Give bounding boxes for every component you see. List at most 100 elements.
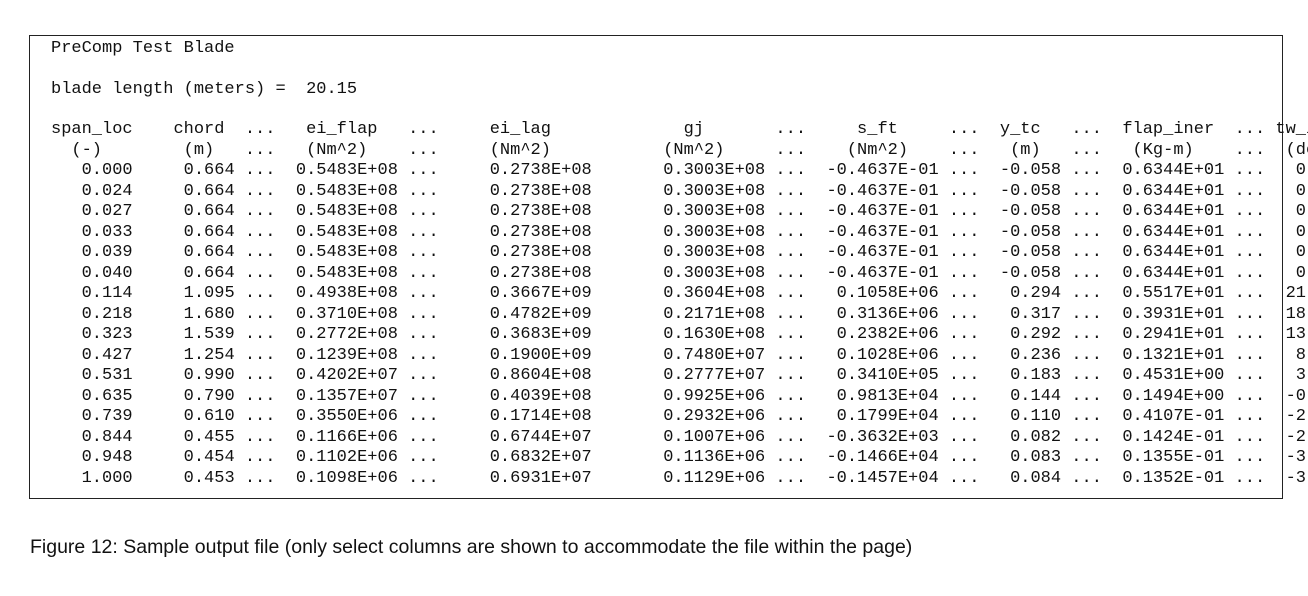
ellipsis-separator: ... (408, 407, 439, 426)
table-cell: -0.058 (999, 181, 1062, 201)
column-unit: (deg) (1285, 140, 1308, 160)
table-cell: 0.3003E+08 (663, 161, 766, 180)
table-cell: 0.4531E+00 (1122, 366, 1225, 385)
ellipsis-separator: ... (244, 161, 276, 180)
ellipsis-separator: ... (1234, 427, 1266, 447)
ellipsis-separator: ... (408, 161, 439, 180)
table-cell: 0.000 (1295, 243, 1308, 262)
ellipsis-separator: ... (244, 407, 276, 426)
table-cell: 0.4938E+08 (295, 284, 398, 303)
table-cell: -0.058 (999, 202, 1062, 221)
table-cell: -0.4637E-01 (826, 243, 939, 262)
ellipsis-separator: ... (948, 448, 980, 467)
table-cell: 0.1355E-01 (1122, 448, 1225, 467)
table-cell: 0.3003E+08 (663, 222, 766, 242)
table-cell: 0.6344E+01 (1122, 202, 1225, 221)
table-cell: 0.183 (1010, 366, 1062, 385)
ellipsis-separator: ... (1234, 304, 1266, 324)
table-cell: -3.064 (1285, 448, 1308, 467)
ellipsis-separator: ... (1234, 202, 1266, 221)
table-cell: 0.6344E+01 (1122, 161, 1225, 180)
table-cell: 0.024 (81, 181, 133, 201)
ellipsis-separator: ... (775, 304, 807, 324)
ellipsis-separator: ... (244, 448, 276, 467)
table-cell: 0.1028E+06 (836, 345, 939, 365)
column-header: tw_iner (1275, 120, 1308, 139)
table-cell: 0.8604E+08 (489, 366, 592, 385)
table-cell: 0.453 (183, 468, 235, 488)
table-cell: 0.3931E+01 (1122, 304, 1225, 324)
table-cell: 0.7480E+07 (663, 345, 766, 365)
table-cell: 0.5483E+08 (295, 202, 398, 221)
table-cell: 0.082 (1010, 427, 1062, 447)
table-cell: 0.2738E+08 (489, 263, 592, 283)
table-cell: 0.000 (81, 161, 133, 180)
table-cell: 3.603 (1295, 366, 1308, 385)
ellipsis-separator: ... (408, 386, 439, 406)
ellipsis-separator: ... (948, 120, 980, 139)
ellipsis-separator: ... (1234, 407, 1266, 426)
table-cell: 0.6344E+01 (1122, 222, 1225, 242)
table-cell: -0.1457E+04 (826, 468, 939, 488)
table-cell: 0.6344E+01 (1122, 263, 1225, 283)
table-cell: 0.5483E+08 (295, 161, 398, 180)
ellipsis-separator: ... (244, 120, 276, 139)
table-cell: 0.1630E+08 (663, 325, 766, 344)
ellipsis-separator: ... (948, 386, 980, 406)
table-cell: -0.058 (999, 222, 1062, 242)
table-cell: -0.4637E-01 (826, 263, 939, 283)
ellipsis-separator: ... (948, 407, 980, 426)
table-cell: 0.1166E+06 (295, 427, 398, 447)
table-cell: 0.790 (183, 386, 235, 406)
ellipsis-separator: ... (244, 222, 276, 242)
ellipsis-separator: ... (244, 325, 276, 344)
column-header: s_ft (857, 120, 898, 139)
ellipsis-separator: ... (948, 304, 980, 324)
ellipsis-separator: ... (775, 263, 807, 283)
ellipsis-separator: ... (1071, 181, 1102, 201)
table-cell: 0.1714E+08 (489, 407, 592, 426)
ellipsis-separator: ... (1071, 140, 1102, 160)
table-cell: 0.454 (183, 448, 235, 467)
ellipsis-separator: ... (775, 468, 807, 488)
ellipsis-separator: ... (1234, 161, 1266, 180)
table-cell: 0.1799E+04 (836, 407, 939, 426)
table-cell: 0.5483E+08 (295, 222, 398, 242)
blade-length-line: blade length (meters) = 20.15 (51, 80, 358, 99)
ellipsis-separator: ... (1071, 263, 1102, 283)
column-unit: (m) (183, 140, 215, 160)
table-cell: 0.033 (81, 222, 133, 242)
ellipsis-separator: ... (1071, 120, 1102, 139)
table-cell: 13.650 (1285, 325, 1308, 344)
column-header: chord (173, 120, 225, 139)
ellipsis-separator: ... (244, 263, 276, 283)
ellipsis-separator: ... (775, 448, 807, 467)
table-cell: 0.2171E+08 (663, 304, 766, 324)
table-cell: 0.1129E+06 (663, 468, 766, 488)
table-cell: 0.1321E+01 (1122, 345, 1225, 365)
table-cell: 1.254 (183, 345, 235, 365)
column-header: span_loc (51, 120, 133, 139)
table-cell: 0.1357E+07 (295, 386, 398, 406)
table-cell: 0.1102E+06 (295, 448, 398, 467)
ellipsis-separator: ... (948, 345, 980, 365)
column-unit: (-) (71, 140, 103, 160)
table-cell: 0.3003E+08 (663, 263, 766, 283)
table-cell: 0.2382E+06 (836, 325, 939, 344)
table-cell: -0.4637E-01 (826, 222, 939, 242)
ellipsis-separator: ... (1071, 304, 1102, 324)
table-cell: 0.6744E+07 (489, 427, 592, 447)
ellipsis-separator: ... (948, 325, 980, 344)
column-header: ei_flap (306, 120, 378, 139)
ellipsis-separator: ... (775, 181, 807, 201)
table-cell: 0.5483E+08 (295, 263, 398, 283)
ellipsis-separator: ... (775, 222, 807, 242)
column-unit: (Nm^2) (846, 140, 909, 160)
table-cell: 0.610 (183, 407, 235, 426)
blade-length-label: blade length (meters) (51, 80, 266, 99)
table-cell: 0.000 (1295, 181, 1308, 201)
ellipsis-separator: ... (244, 181, 276, 201)
table-cell: 0.6344E+01 (1122, 243, 1225, 262)
table-cell: 0.2777E+07 (663, 366, 766, 385)
table-cell: 0.2941E+01 (1122, 325, 1225, 344)
